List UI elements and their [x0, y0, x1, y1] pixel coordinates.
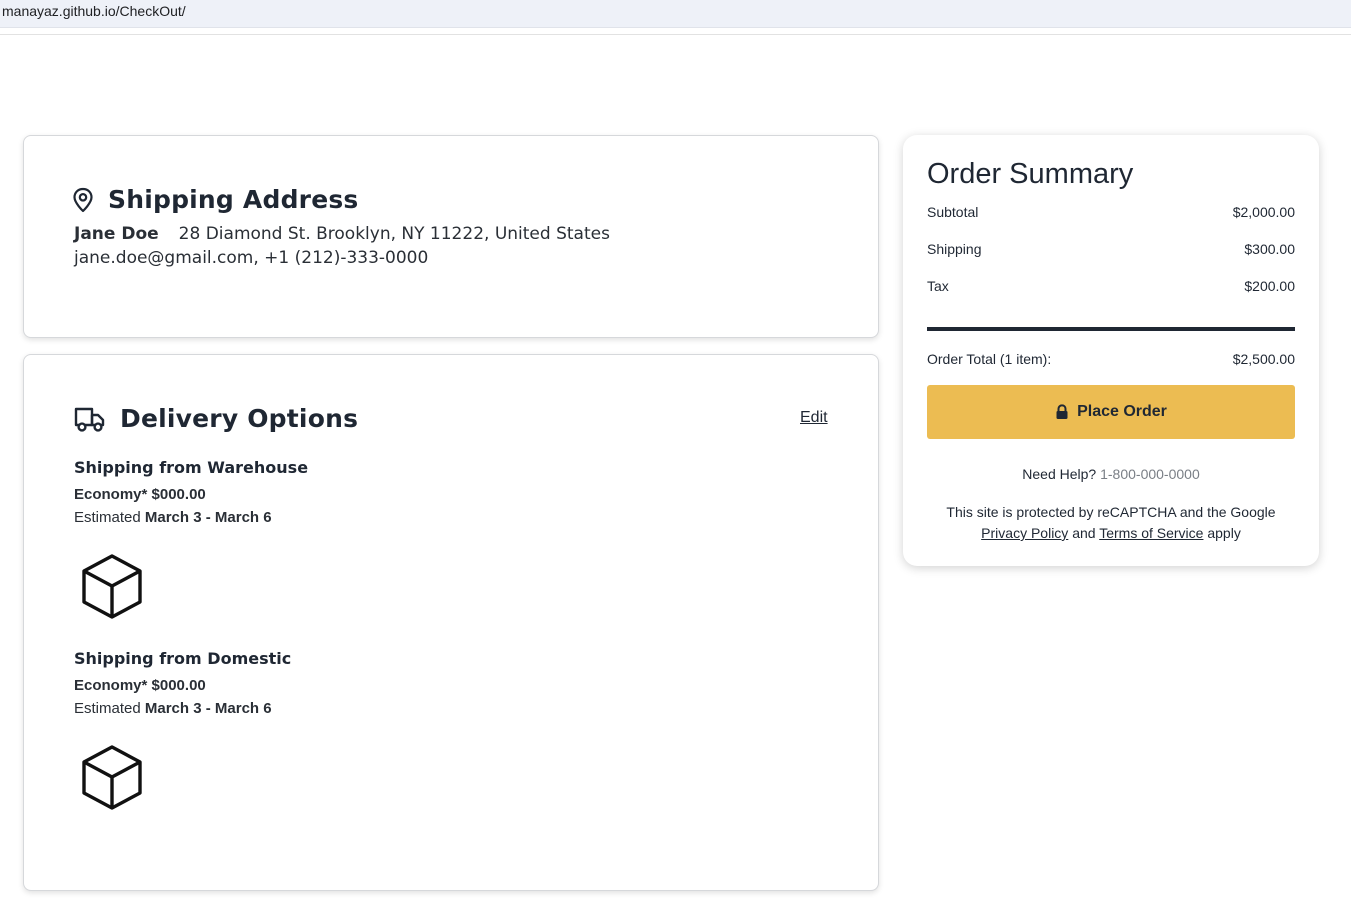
- estimated-delivery: Estimated March 3 - March 6: [74, 509, 308, 526]
- shipping-address-title: Shipping Address: [108, 185, 359, 214]
- estimated-dates: March 3 - March 6: [144, 700, 272, 717]
- total-label: Order Total (1 item):: [927, 351, 1052, 367]
- summary-divider: [927, 327, 1295, 331]
- estimated-delivery: Estimated March 3 - March 6: [74, 700, 291, 717]
- legal-and: and: [1072, 525, 1096, 541]
- summary-value: $2,000.00: [1232, 204, 1295, 220]
- summary-row-subtotal: Subtotal $2,000.00: [927, 204, 1295, 220]
- estimated-label: Estimated: [74, 700, 141, 717]
- address-line: Jane Doe 28 Diamond St. Brooklyn, NY 1122…: [74, 224, 610, 244]
- method-name: Economy*: [74, 486, 148, 503]
- summary-value: $300.00: [1244, 241, 1295, 257]
- delivery-options-header: Delivery Options: [74, 404, 358, 433]
- summary-value: $200.00: [1244, 278, 1295, 294]
- need-help-label: Need Help?: [1022, 466, 1097, 482]
- edit-delivery-link[interactable]: Edit: [800, 409, 828, 427]
- order-summary-title: Order Summary: [927, 158, 1134, 190]
- map-pin-icon: [73, 187, 93, 212]
- summary-label: Tax: [927, 278, 949, 294]
- place-order-label: Place Order: [1077, 403, 1167, 420]
- shipping-group-title: Shipping from Domestic: [74, 649, 292, 668]
- shipping-method: Economy* $000.00: [74, 677, 291, 694]
- street-address: 28 Diamond St. Brooklyn, NY 11222, Unite…: [178, 224, 610, 244]
- method-name: Economy*: [74, 677, 148, 694]
- order-summary-card: Order Summary Subtotal $2,000.00 Shippin…: [903, 135, 1319, 566]
- estimated-dates: March 3 - March 6: [144, 509, 272, 526]
- method-price: $000.00: [151, 677, 206, 694]
- summary-label: Shipping: [927, 241, 982, 257]
- legal-prefix: This site is protected by reCAPTCHA and …: [946, 504, 1276, 520]
- delivery-options-title: Delivery Options: [120, 404, 359, 433]
- total-value: $2,500.00: [1232, 351, 1295, 367]
- box-icon: [82, 554, 142, 619]
- address-bar[interactable]: manayaz.github.io/CheckOut/: [0, 0, 1351, 28]
- terms-of-service-link[interactable]: Terms of Service: [1099, 525, 1203, 541]
- recipient-name: Jane Doe: [74, 224, 159, 244]
- privacy-policy-link[interactable]: Privacy Policy: [981, 525, 1068, 541]
- summary-row-total: Order Total (1 item): $2,500.00: [927, 351, 1295, 367]
- help-phone[interactable]: 1-800-000-0000: [1100, 466, 1200, 482]
- legal-suffix: apply: [1207, 525, 1241, 541]
- estimated-label: Estimated: [74, 509, 141, 526]
- contact-line: jane.doe@gmail.com, +1 (212)-333-0000: [74, 248, 429, 268]
- summary-row-tax: Tax $200.00: [927, 278, 1295, 294]
- recaptcha-notice: This site is protected by reCAPTCHA and …: [903, 502, 1319, 544]
- shipping-group-domestic: Shipping from Domestic Economy* $000.00 …: [74, 649, 291, 717]
- shipping-address-header: Shipping Address: [72, 185, 359, 214]
- summary-row-shipping: Shipping $300.00: [927, 241, 1295, 257]
- shipping-group-warehouse: Shipping from Warehouse Economy* $000.00…: [74, 458, 308, 526]
- shipping-method: Economy* $000.00: [74, 486, 308, 503]
- url-path: /CheckOut/: [115, 3, 186, 19]
- delivery-options-card: Delivery Options Edit Shipping from Ware…: [23, 354, 879, 891]
- shipping-address-card: Shipping Address Jane Doe 28 Diamond St. …: [23, 135, 879, 338]
- summary-label: Subtotal: [927, 204, 979, 220]
- need-help: Need Help? 1-800-000-0000: [903, 466, 1319, 482]
- truck-icon: [74, 407, 105, 432]
- header-divider: [0, 34, 1351, 35]
- url-host: manayaz.github.io: [2, 3, 116, 19]
- place-order-button[interactable]: Place Order: [927, 385, 1295, 439]
- method-price: $000.00: [151, 486, 206, 503]
- shipping-group-title: Shipping from Warehouse: [74, 458, 309, 477]
- lock-icon: [1056, 404, 1068, 419]
- box-icon: [82, 745, 142, 810]
